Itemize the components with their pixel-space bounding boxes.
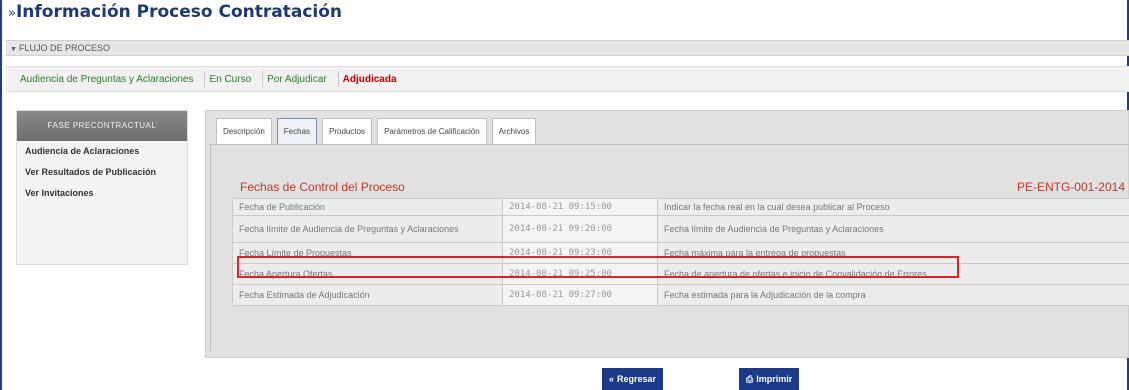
table-row: Fecha Estimada de Adjudicación 2014-08-2…	[232, 284, 1129, 306]
date-name: Fecha Límite de Propuestas	[232, 242, 503, 264]
sidebar-item-invitaciones[interactable]: Ver Invitaciones	[17, 183, 187, 204]
step-en-curso[interactable]: En Curso	[209, 70, 263, 87]
date-desc: Fecha máxima para la entrega de propuest…	[657, 242, 1129, 264]
date-desc: Fecha límite de Audiencia de Preguntas y…	[657, 215, 1129, 243]
step-audiencia[interactable]: Audiencia de Preguntas y Aclaraciones	[20, 70, 206, 87]
step-adjudicada[interactable]: Adjudicada	[343, 74, 409, 85]
tab-fechas[interactable]: Fechas	[276, 118, 318, 145]
page-title: »Información Proceso Contratación	[8, 2, 342, 22]
sidebar-header: FASE PRECONTRACTUAL	[17, 111, 187, 141]
date-desc: Fecha estimada para la Adjudicación de l…	[657, 284, 1129, 306]
section-title: Fechas de Control del Proceso	[240, 180, 405, 194]
date-desc: Indicar la fecha real en la cual desea p…	[657, 198, 1129, 216]
back-arrow-icon: «	[609, 374, 615, 384]
tab-parametros[interactable]: Parámetros de Calificación	[377, 118, 487, 145]
table-row: Fecha Límite de Propuestas 2014-08-21 09…	[232, 242, 1129, 264]
flujo-label: FLUJO DE PROCESO	[18, 43, 110, 53]
date-value: 2014-08-21 09:15:00	[502, 198, 658, 216]
tab-productos[interactable]: Productos	[322, 118, 373, 145]
sidebar-item-resultados[interactable]: Ver Resultados de Publicación	[17, 162, 187, 183]
back-button-label: Regresar	[617, 374, 657, 384]
date-value: 2014-08-21 09:25:00	[502, 263, 658, 285]
dates-table: Fecha de Publicación 2014-08-21 09:15:00…	[232, 198, 1129, 306]
date-name: Fecha Estimada de Adjudicación	[232, 284, 503, 306]
flujo-bar[interactable]: ▼ FLUJO DE PROCESO	[6, 40, 1129, 56]
date-name: Fecha de Publicación	[232, 198, 503, 216]
table-row: Fecha Apertura Ofertas 2014-08-21 09:25:…	[232, 263, 1129, 285]
printer-icon: ⎙	[746, 374, 754, 384]
title-text: Información Proceso Contratación	[15, 2, 343, 22]
table-row: Fecha de Publicación 2014-08-21 09:15:00…	[232, 198, 1129, 216]
date-value: 2014-08-21 09:27:00	[502, 284, 658, 306]
process-code: PE-ENTG-001-2014	[1016, 180, 1125, 194]
tab-descripcion[interactable]: Descripción	[216, 118, 272, 145]
title-prefix: »	[8, 6, 16, 21]
date-name: Fecha Apertura Ofertas	[232, 263, 503, 285]
table-row: Fecha límite de Audiencia de Preguntas y…	[232, 215, 1129, 243]
date-name: Fecha límite de Audiencia de Preguntas y…	[232, 215, 503, 243]
process-steps: Audiencia de Preguntas y Aclaraciones En…	[6, 66, 1129, 92]
date-desc: Fecha de apertura de ofertas e inicio de…	[657, 263, 1129, 285]
back-button[interactable]: «Regresar	[602, 368, 664, 390]
print-button[interactable]: ⎙ Imprimir	[739, 368, 800, 390]
sidebar: FASE PRECONTRACTUAL Audiencia de Aclarac…	[16, 110, 188, 265]
date-value: 2014-08-21 09:23:00	[502, 242, 658, 264]
date-value: 2014-08-21 09:20:00	[502, 215, 658, 243]
tab-bar: Descripción Fechas Productos Parámetros …	[216, 118, 541, 145]
tab-archivos[interactable]: Archivos	[491, 118, 537, 145]
step-por-adjudicar[interactable]: Por Adjudicar	[267, 70, 340, 87]
sidebar-item-audiencia[interactable]: Audiencia de Aclaraciones	[17, 141, 187, 162]
print-button-label: Imprimir	[756, 374, 793, 384]
collapse-arrow-icon[interactable]: ▼	[10, 46, 17, 53]
